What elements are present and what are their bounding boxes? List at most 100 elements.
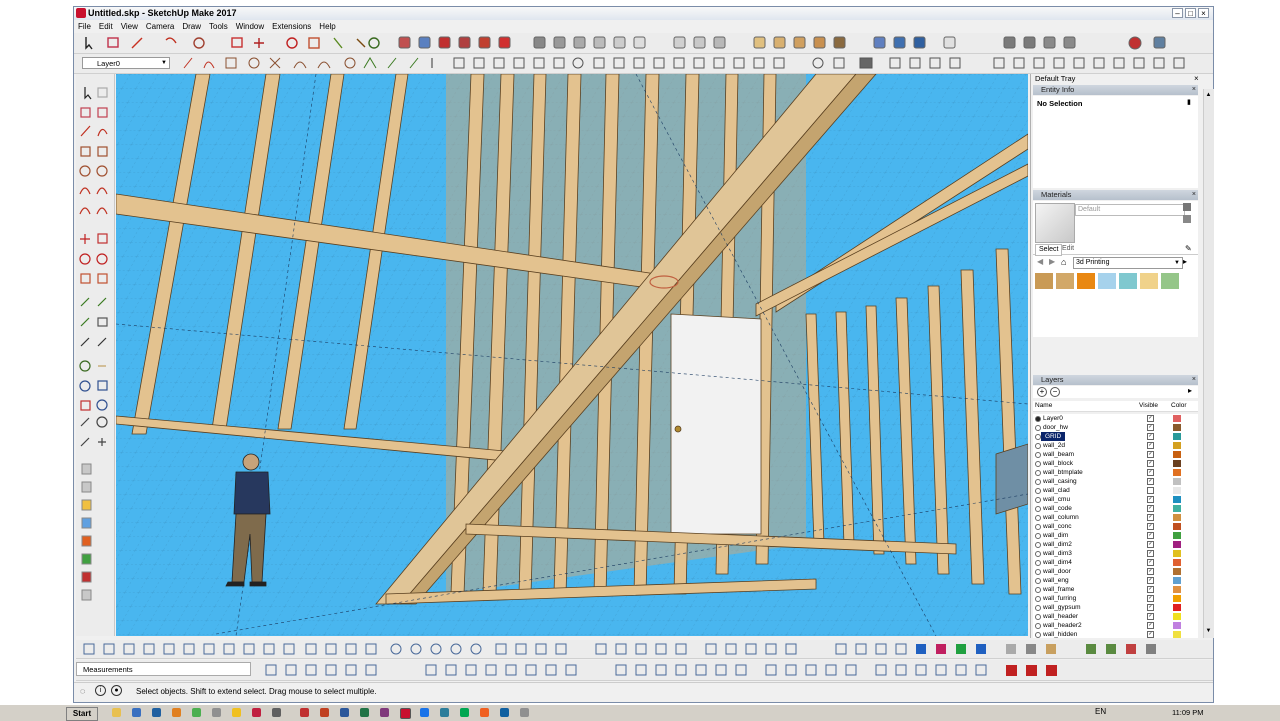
- ie-icon[interactable]: [132, 708, 141, 717]
- layer-visible-checkbox[interactable]: ✓: [1147, 613, 1154, 620]
- layer-color-swatch[interactable]: [1173, 496, 1181, 503]
- layer-color-swatch[interactable]: [1173, 613, 1181, 620]
- word-icon[interactable]: [340, 708, 349, 717]
- tab-edit[interactable]: Edit: [1059, 244, 1077, 254]
- layer-visible-checkbox[interactable]: ✓: [1147, 505, 1154, 512]
- layer-row[interactable]: wall_conc ✓: [1033, 522, 1198, 531]
- remove-layer-icon[interactable]: −: [1050, 387, 1060, 397]
- geolocation-icon[interactable]: ◌: [80, 686, 85, 696]
- title-bar[interactable]: Untitled.skp - SketchUp Make 2017 – □ ×: [74, 7, 1213, 21]
- tray-close-icon[interactable]: ×: [1194, 74, 1199, 84]
- entity-info-header[interactable]: Entity Info ×: [1033, 85, 1198, 95]
- app4-icon[interactable]: [480, 708, 489, 717]
- material-swatch[interactable]: [1077, 273, 1095, 289]
- back-arrow-icon[interactable]: ◀: [1037, 257, 1043, 266]
- layer-visible-checkbox[interactable]: ✓: [1147, 559, 1154, 566]
- excel-icon[interactable]: [360, 708, 369, 717]
- layer-color-swatch[interactable]: [1173, 568, 1181, 575]
- layer-visible-checkbox[interactable]: ✓: [1147, 424, 1154, 431]
- app6-icon[interactable]: [520, 708, 529, 717]
- menu-file[interactable]: File: [74, 21, 95, 33]
- menu-help[interactable]: Help: [315, 21, 339, 33]
- layer-color-swatch[interactable]: [1173, 586, 1181, 593]
- layer-color-swatch[interactable]: [1173, 622, 1181, 629]
- app3-icon[interactable]: [460, 708, 469, 717]
- collection-select[interactable]: 3d Printing ▼: [1073, 257, 1183, 269]
- layer-color-swatch[interactable]: [1173, 469, 1181, 476]
- layer-color-swatch[interactable]: [1173, 460, 1181, 467]
- layer-row[interactable]: wall_column ✓: [1033, 513, 1198, 522]
- layer-color-swatch[interactable]: [1173, 532, 1181, 539]
- layer-color-swatch[interactable]: [1173, 433, 1181, 440]
- menu-extensions[interactable]: Extensions: [268, 21, 315, 33]
- panel-close-icon[interactable]: ×: [1192, 375, 1196, 385]
- layer-visible-checkbox[interactable]: [1147, 487, 1154, 494]
- panel-close-icon[interactable]: ×: [1192, 190, 1196, 200]
- layer-color-swatch[interactable]: [1173, 577, 1181, 584]
- layers-header[interactable]: Layers ×: [1033, 375, 1198, 385]
- firefox-icon[interactable]: [172, 708, 181, 717]
- layer-color-swatch[interactable]: [1173, 550, 1181, 557]
- active-layer-radio[interactable]: [1035, 443, 1041, 449]
- active-layer-radio[interactable]: [1035, 524, 1041, 530]
- media-icon[interactable]: [252, 708, 261, 717]
- material-name-field[interactable]: Default: [1075, 204, 1185, 216]
- eyedropper-icon[interactable]: ✎: [1185, 244, 1192, 253]
- active-layer-radio[interactable]: [1035, 605, 1041, 611]
- layer-row[interactable]: wall_dim2 ✓: [1033, 540, 1198, 549]
- layer-visible-checkbox[interactable]: ✓: [1147, 415, 1154, 422]
- layer-row[interactable]: wall_dim4 ✓: [1033, 558, 1198, 567]
- onenote-icon[interactable]: [380, 708, 389, 717]
- active-layer-radio[interactable]: [1035, 479, 1041, 485]
- layer-visible-checkbox[interactable]: ✓: [1147, 631, 1154, 638]
- layer-visible-checkbox[interactable]: ✓: [1147, 523, 1154, 530]
- layer-row[interactable]: wall_hidden ✓: [1033, 630, 1198, 638]
- menu-tools[interactable]: Tools: [205, 21, 232, 33]
- active-layer-radio[interactable]: [1035, 452, 1041, 458]
- layer-row[interactable]: wall_door ✓: [1033, 567, 1198, 576]
- layer-row[interactable]: wall_furring ✓: [1033, 594, 1198, 603]
- active-layer-radio[interactable]: [1035, 632, 1041, 638]
- scroll-down-icon[interactable]: ▼: [1205, 627, 1212, 635]
- layer-visible-checkbox[interactable]: ✓: [1147, 595, 1154, 602]
- active-layer-radio[interactable]: [1035, 560, 1041, 566]
- layer-visible-checkbox[interactable]: ✓: [1147, 532, 1154, 539]
- credits-icon[interactable]: i: [95, 685, 106, 696]
- layer-color-swatch[interactable]: [1173, 487, 1181, 494]
- clock[interactable]: 11:09 PM: [1172, 708, 1204, 717]
- col-name[interactable]: Name: [1035, 401, 1052, 411]
- menu-draw[interactable]: Draw: [178, 21, 205, 33]
- active-layer-radio[interactable]: [1035, 551, 1041, 557]
- active-layer-radio[interactable]: [1035, 488, 1041, 494]
- pdf-icon[interactable]: [300, 708, 309, 717]
- layer-row[interactable]: wall_casing ✓: [1033, 477, 1198, 486]
- layer-visible-checkbox[interactable]: ✓: [1147, 604, 1154, 611]
- active-layer-radio[interactable]: [1035, 506, 1041, 512]
- layer-color-swatch[interactable]: [1173, 595, 1181, 602]
- layer-row[interactable]: wall_eng ✓: [1033, 576, 1198, 585]
- folder-icon[interactable]: [232, 708, 241, 717]
- maximize-button[interactable]: □: [1185, 8, 1196, 18]
- scroll-up-icon[interactable]: ▲: [1205, 91, 1212, 99]
- layer-visible-checkbox[interactable]: ✓: [1147, 514, 1154, 521]
- active-layer-radio[interactable]: [1035, 596, 1041, 602]
- tool-icon[interactable]: [272, 708, 281, 717]
- layer-visible-checkbox[interactable]: ✓: [1147, 433, 1154, 440]
- minimize-button[interactable]: –: [1172, 8, 1183, 18]
- layer-color-swatch[interactable]: [1173, 541, 1181, 548]
- active-layer-radio[interactable]: [1035, 470, 1041, 476]
- details-arrow-icon[interactable]: ▸: [1188, 386, 1192, 395]
- material-swatch[interactable]: [1056, 273, 1074, 289]
- create-material-icon[interactable]: [1183, 203, 1191, 211]
- tray-scrollbar[interactable]: ▲ ▼: [1203, 89, 1214, 638]
- active-layer-radio[interactable]: [1035, 515, 1041, 521]
- layer-color-swatch[interactable]: [1173, 478, 1181, 485]
- sample-paint-icon[interactable]: [1183, 215, 1191, 223]
- active-layer-radio[interactable]: [1035, 578, 1041, 584]
- layer-color-swatch[interactable]: [1173, 559, 1181, 566]
- user-icon[interactable]: ●: [111, 685, 122, 696]
- app2-icon[interactable]: [440, 708, 449, 717]
- materials-header[interactable]: Materials ×: [1033, 190, 1198, 200]
- col-color[interactable]: Color: [1171, 401, 1187, 411]
- layer-color-swatch[interactable]: [1173, 523, 1181, 530]
